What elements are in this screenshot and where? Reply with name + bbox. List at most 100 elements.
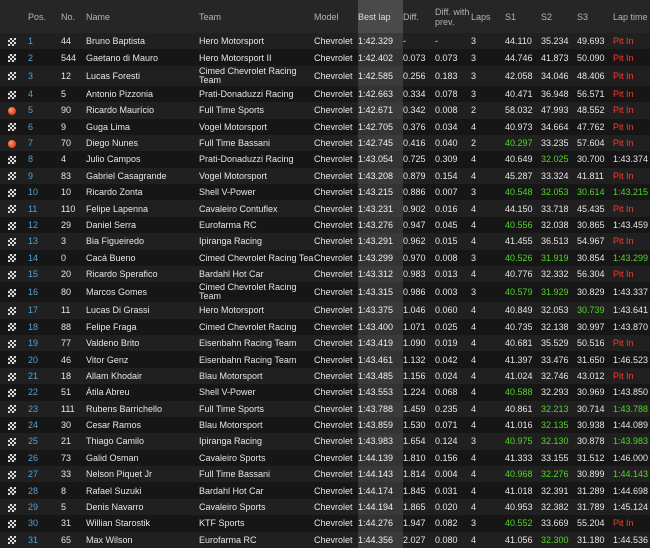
driver-name-cell[interactable]: Felipe Fraga	[86, 318, 199, 335]
best-lap-cell: 1:42.705	[358, 118, 403, 135]
table-row[interactable]: 20 46 Vitor Genz Eisenbahn Racing Team Chevr…	[0, 351, 650, 368]
header-s1[interactable]: S1	[505, 0, 541, 33]
diff-cell: 0.947	[403, 216, 435, 234]
table-row[interactable]: 21 18 Allam Khodair Blau Motorsport Chevrole…	[0, 367, 650, 385]
table-row[interactable]: 18 88 Felipe Fraga Cimed Chevrolet Racing Ch…	[0, 318, 650, 335]
position-cell: 27	[28, 466, 61, 483]
driver-name-cell[interactable]: Átila Abreu	[86, 384, 199, 401]
diff-cell: 1.046	[403, 302, 435, 319]
sector1-cell: 44.746	[505, 49, 541, 66]
driver-name-cell[interactable]: Galid Osman	[86, 449, 199, 466]
table-row[interactable]: 25 21 Thiago Camilo Ipiranga Racing Chevrole…	[0, 433, 650, 450]
driver-name-cell[interactable]: Denis Navarro	[86, 498, 199, 516]
driver-name-cell[interactable]: Ricardo Zonta	[86, 184, 199, 201]
table-row[interactable]: 7 70 Diego Nunes Full Time Bassani Chevrolet…	[0, 134, 650, 152]
driver-name-cell[interactable]: Willian Starostik	[86, 515, 199, 532]
table-row[interactable]: 24 30 Cesar Ramos Blau Motorsport Chevrolet 1…	[0, 416, 650, 434]
model-cell: Chevrolet	[314, 282, 358, 303]
header-laps[interactable]: Laps	[471, 0, 505, 33]
position-cell: 10	[28, 184, 61, 201]
driver-name-cell[interactable]: Guga Lima	[86, 118, 199, 135]
table-row[interactable]: 19 77 Valdeno Brito Eisenbahn Racing Team Ch…	[0, 335, 650, 352]
table-row[interactable]: 22 51 Átila Abreu Shell V-Power Chevrolet 1:4…	[0, 384, 650, 401]
table-row[interactable]: 8 4 Julio Campos Prati-Donaduzzi Racing Chev…	[0, 151, 650, 168]
table-row[interactable]: 11 110 Felipe Lapenna Cavaleiro Contuflex Ch…	[0, 200, 650, 217]
table-row[interactable]: 27 33 Nelson Piquet Jr Full Time Bassani Che…	[0, 466, 650, 483]
header-model[interactable]: Model	[314, 0, 358, 33]
table-row[interactable]: 13 3 Bia Figueiredo Ipiranga Racing Chevrole…	[0, 233, 650, 250]
table-row[interactable]: 12 29 Daniel Serra Eurofarma RC Chevrolet 1:4…	[0, 216, 650, 234]
table-row[interactable]: 29 5 Denis Navarro Cavaleiro Sports Chevrole…	[0, 498, 650, 516]
model-cell: Chevrolet	[314, 351, 358, 368]
driver-name-cell[interactable]: Valdeno Brito	[86, 335, 199, 352]
driver-name-cell[interactable]: Felipe Lapenna	[86, 200, 199, 217]
diff-cell: 0.983	[403, 265, 435, 283]
table-row[interactable]: 31 65 Max Wilson Eurofarma RC Chevrolet 1:44.…	[0, 531, 650, 548]
diff-cell: 1.810	[403, 449, 435, 466]
table-row[interactable]: 23 111 Rubens Barrichello Full Time Sports C…	[0, 400, 650, 417]
team-cell: Prati-Donaduzzi Racing	[199, 85, 314, 103]
table-row[interactable]: 4 5 Antonio Pizzonia Prati-Donaduzzi Racing…	[0, 85, 650, 103]
position-cell: 21	[28, 367, 61, 385]
driver-name-cell[interactable]: Marcos Gomes	[86, 282, 199, 303]
driver-name-cell[interactable]: Nelson Piquet Jr	[86, 466, 199, 483]
driver-name-cell[interactable]: Rubens Barrichello	[86, 400, 199, 417]
driver-name-cell[interactable]: Gaetano di Mauro	[86, 49, 199, 66]
table-row[interactable]: 26 73 Galid Osman Cavaleiro Sports Chevrolet…	[0, 449, 650, 466]
driver-name-cell[interactable]: Max Wilson	[86, 531, 199, 548]
driver-name-cell[interactable]: Allam Khodair	[86, 367, 199, 385]
header-diff-prev[interactable]: Diff. with prev.	[435, 0, 471, 33]
driver-name-cell[interactable]: Cacá Bueno	[86, 249, 199, 266]
table-row[interactable]: 15 20 Ricardo Sperafico Bardahl Hot Car Chev…	[0, 265, 650, 283]
driver-name-cell[interactable]: Bia Figueiredo	[86, 233, 199, 250]
model-cell: Chevrolet	[314, 318, 358, 335]
header-s2[interactable]: S2	[541, 0, 577, 33]
header-pos[interactable]: Pos.	[28, 0, 61, 33]
driver-name-cell[interactable]: Lucas Foresti	[86, 65, 199, 86]
driver-name-cell[interactable]: Vitor Genz	[86, 351, 199, 368]
sector3-cell: 30.878	[577, 433, 613, 450]
driver-name-cell[interactable]: Ricardo Sperafico	[86, 265, 199, 283]
car-number-cell: 3	[61, 233, 86, 250]
table-row[interactable]: 16 80 Marcos Gomes Cimed Chevrolet Racing T…	[0, 282, 650, 303]
table-row[interactable]: 17 11 Lucas Di Grassi Hero Motorsport Chevro…	[0, 302, 650, 319]
driver-name-cell[interactable]: Antonio Pizzonia	[86, 85, 199, 103]
sector3-cell: 57.604	[577, 134, 613, 152]
driver-name-cell[interactable]: Cesar Ramos	[86, 416, 199, 434]
sector2-cell: 32.382	[541, 498, 577, 516]
driver-name-cell[interactable]: Gabriel Casagrande	[86, 167, 199, 184]
table-row[interactable]: 3 12 Lucas Foresti Cimed Chevrolet Racing T…	[0, 65, 650, 86]
table-row[interactable]: 14 0 Cacá Bueno Cimed Chevrolet Racing Team…	[0, 249, 650, 266]
driver-name-cell[interactable]: Ricardo Maurício	[86, 102, 199, 119]
sector1-cell: 40.548	[505, 184, 541, 201]
driver-name-cell[interactable]: Julio Campos	[86, 151, 199, 168]
header-name[interactable]: Name	[86, 0, 199, 33]
header-s3[interactable]: S3	[577, 0, 613, 33]
table-row[interactable]: 10 10 Ricardo Zonta Shell V-Power Chevrolet 1…	[0, 184, 650, 201]
header-diff[interactable]: Diff.	[403, 0, 435, 33]
table-row[interactable]: 28 8 Rafael Suzuki Bardahl Hot Car Chevrolet…	[0, 482, 650, 499]
best-lap-cell: 1:42.663	[358, 85, 403, 103]
header-best-lap[interactable]: Best lap	[358, 0, 403, 33]
header-no[interactable]: No.	[61, 0, 86, 33]
model-cell: Chevrolet	[314, 151, 358, 168]
driver-name-cell[interactable]: Daniel Serra	[86, 216, 199, 234]
driver-name-cell[interactable]: Lucas Di Grassi	[86, 302, 199, 319]
table-row[interactable]: 9 83 Gabriel Casagrande Vogel Motorsport Che…	[0, 167, 650, 184]
header-team[interactable]: Team	[199, 0, 314, 33]
table-row[interactable]: 30 31 Willian Starostik KTF Sports Chevrolet…	[0, 515, 650, 532]
status-cell	[0, 335, 28, 352]
sector1-cell: 41.455	[505, 233, 541, 250]
table-row[interactable]: 1 44 Bruno Baptista Hero Motorsport Chevrole…	[0, 33, 650, 50]
driver-name-cell[interactable]: Diego Nunes	[86, 134, 199, 152]
driver-name-cell[interactable]: Rafael Suzuki	[86, 482, 199, 499]
driver-name-cell[interactable]: Bruno Baptista	[86, 33, 199, 50]
driver-name-cell[interactable]: Thiago Camilo	[86, 433, 199, 450]
header-lap-time[interactable]: Lap time	[613, 0, 650, 33]
table-row[interactable]: 5 90 Ricardo Maurício Full Time Sports Chevr…	[0, 102, 650, 119]
diff-cell: 0.886	[403, 184, 435, 201]
table-row[interactable]: 6 9 Guga Lima Vogel Motorsport Chevrolet 1:42…	[0, 118, 650, 135]
table-row[interactable]: 2 544 Gaetano di Mauro Hero Motorsport II Ch…	[0, 49, 650, 66]
laps-cell: 4	[471, 449, 505, 466]
model-cell: Chevrolet	[314, 184, 358, 201]
